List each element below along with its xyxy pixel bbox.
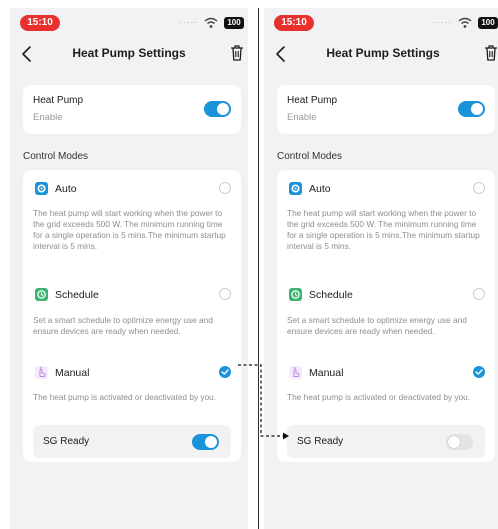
mode-label-schedule: Schedule xyxy=(55,289,99,301)
sg-ready-row: SG Ready xyxy=(287,425,485,458)
radio-auto[interactable] xyxy=(473,182,485,194)
heat-pump-toggle[interactable] xyxy=(458,101,485,117)
mode-desc-schedule: Set a smart schedule to optimize energy … xyxy=(33,315,213,336)
mode-desc-manual: The heat pump is activated or deactivate… xyxy=(287,392,471,402)
mode-option-manual[interactable]: Manual xyxy=(277,363,495,383)
nav-bar: Heat Pump Settings xyxy=(10,40,248,68)
control-modes-heading: Control Modes xyxy=(277,151,343,162)
sg-ready-label: SG Ready xyxy=(297,436,344,447)
heat-pump-title: Heat Pump xyxy=(287,95,338,106)
mode-option-schedule[interactable]: Schedule xyxy=(23,285,241,305)
screen-divider xyxy=(258,8,259,529)
schedule-clock-icon xyxy=(289,288,302,301)
wifi-icon xyxy=(204,17,218,28)
control-modes-card: Auto The heat pump will start working wh… xyxy=(23,170,241,462)
radio-manual[interactable] xyxy=(219,366,231,378)
auto-gear-icon xyxy=(35,182,48,195)
mode-desc-auto: The heat pump will start working when th… xyxy=(33,208,226,251)
manual-hand-icon xyxy=(289,366,302,379)
heat-pump-toggle[interactable] xyxy=(204,101,231,117)
mode-desc-auto: The heat pump will start working when th… xyxy=(287,208,480,251)
mode-option-schedule[interactable]: Schedule xyxy=(277,285,495,305)
nav-bar: Heat Pump Settings xyxy=(264,40,498,68)
mode-option-auto[interactable]: Auto xyxy=(23,179,241,199)
signal-indicator: ····· xyxy=(433,18,452,27)
mode-label-auto: Auto xyxy=(55,183,77,195)
toggle-knob xyxy=(217,103,229,115)
auto-gear-icon xyxy=(289,182,302,195)
heat-pump-subtitle: Enable xyxy=(33,112,63,123)
mode-desc-manual: The heat pump is activated or deactivate… xyxy=(33,392,217,402)
checkmark-icon xyxy=(475,369,483,375)
mode-option-manual[interactable]: Manual xyxy=(23,363,241,383)
heat-pump-card: Heat Pump Enable xyxy=(277,85,495,134)
mode-label-manual: Manual xyxy=(55,367,90,379)
mode-label-manual: Manual xyxy=(309,367,344,379)
mode-desc-schedule: Set a smart schedule to optimize energy … xyxy=(287,315,467,336)
manual-hand-icon xyxy=(35,366,48,379)
phone-screen-left: 15:10 ····· 100 Heat Pump Settings Heat … xyxy=(10,8,248,529)
heat-pump-card: Heat Pump Enable xyxy=(23,85,241,134)
wifi-icon xyxy=(458,17,472,28)
control-modes-card: Auto The heat pump will start working wh… xyxy=(277,170,495,462)
mode-label-auto: Auto xyxy=(309,183,331,195)
radio-schedule[interactable] xyxy=(219,288,231,300)
trash-icon[interactable] xyxy=(484,44,498,62)
control-modes-heading: Control Modes xyxy=(23,151,89,162)
heat-pump-subtitle: Enable xyxy=(287,112,317,123)
sg-ready-row: SG Ready xyxy=(33,425,231,458)
status-bar: 15:10 ····· 100 xyxy=(264,8,498,36)
page-title: Heat Pump Settings xyxy=(72,46,186,60)
sg-ready-label: SG Ready xyxy=(43,436,90,447)
toggle-knob xyxy=(205,436,217,448)
battery-icon: 100 xyxy=(478,17,498,29)
sg-ready-toggle[interactable] xyxy=(192,434,219,450)
mode-label-schedule: Schedule xyxy=(309,289,353,301)
battery-icon: 100 xyxy=(224,17,244,29)
status-time: 15:10 xyxy=(20,15,60,31)
status-time: 15:10 xyxy=(274,15,314,31)
page-title: Heat Pump Settings xyxy=(326,46,440,60)
radio-schedule[interactable] xyxy=(473,288,485,300)
radio-auto[interactable] xyxy=(219,182,231,194)
radio-manual[interactable] xyxy=(473,366,485,378)
signal-indicator: ····· xyxy=(179,18,198,27)
trash-icon[interactable] xyxy=(230,44,244,62)
heat-pump-title: Heat Pump xyxy=(33,95,84,106)
schedule-clock-icon xyxy=(35,288,48,301)
checkmark-icon xyxy=(221,369,229,375)
toggle-knob xyxy=(471,103,483,115)
status-bar: 15:10 ····· 100 xyxy=(10,8,248,36)
toggle-knob xyxy=(448,436,460,448)
phone-screen-right: 15:10 ····· 100 Heat Pump Settings Heat … xyxy=(264,8,498,529)
sg-ready-toggle[interactable] xyxy=(446,434,473,450)
mode-option-auto[interactable]: Auto xyxy=(277,179,495,199)
